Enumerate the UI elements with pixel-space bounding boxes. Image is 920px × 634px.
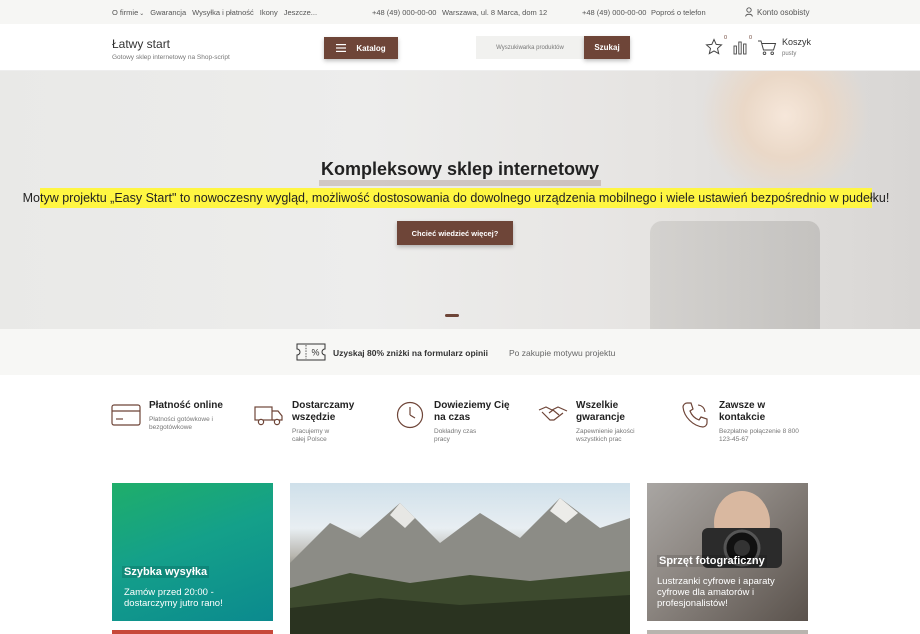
learn-more-button[interactable]: Chcieć wiedzieć więcej? xyxy=(397,221,513,245)
catalog-label: Katalog xyxy=(356,43,386,53)
promo-offer[interactable]: Uzyskaj 80% zniżki na formularz opinii xyxy=(333,348,488,358)
hero-title-text: Kompleksowy sklep internetowy xyxy=(318,159,602,186)
favorites-count: 0 xyxy=(724,35,728,41)
credit-card-icon xyxy=(111,404,141,426)
hero-vase-image xyxy=(650,221,820,329)
feature-title: Zawsze w kontakcie xyxy=(719,400,766,423)
feature-title: Płatność online xyxy=(149,400,223,411)
phone-number[interactable]: +48 (49) 000-00-00 xyxy=(372,8,436,17)
search-placeholder: Wyszukiwarka produktów xyxy=(496,44,564,51)
feature-title: Dowieziemy Cię na czas xyxy=(434,400,510,423)
top-nav: O firmie⌄ Gwarancja Wysyłka i płatność I… xyxy=(112,8,317,17)
top-nav-item-more[interactable]: Jeszcze... xyxy=(284,8,317,17)
promo-tile-shipping[interactable]: Szybka wysyłka Zamów przed 20:00 - dosta… xyxy=(112,483,273,621)
star-icon[interactable] xyxy=(705,38,723,56)
handshake-icon xyxy=(538,406,568,421)
hero-description: Motyw projektu „Easy Start" to nowoczesn… xyxy=(23,188,889,208)
tile-text: Zamów przed 20:00 - dostarczymy jutro ra… xyxy=(124,587,223,609)
clock-icon xyxy=(396,401,424,429)
truck-icon xyxy=(254,406,283,426)
top-nav-item-shipping[interactable]: Wysyłka i płatność xyxy=(192,8,254,17)
top-nav-item-icons[interactable]: Ikony xyxy=(260,8,278,17)
top-nav-label: O firmie xyxy=(112,8,139,17)
account-link[interactable]: Konto osobisty xyxy=(745,7,809,17)
coupon-icon: % xyxy=(296,343,326,361)
feature-subtitle: Dokładny czas pracy xyxy=(434,428,477,443)
tile-text: Lustrzanki cyfrowe i aparaty cyfrowe dla… xyxy=(657,576,775,609)
cart-status: pusty xyxy=(782,51,797,57)
brand-name[interactable]: Łatwy start xyxy=(112,37,170,51)
feature-subtitle: Bezpłatne połączenie 8 800 123-45-67 xyxy=(719,428,799,443)
cart-icon[interactable] xyxy=(757,39,777,56)
cart-label[interactable]: Koszyk xyxy=(782,37,811,47)
svg-text:%: % xyxy=(311,348,319,358)
catalog-button[interactable]: Katalog xyxy=(324,37,398,59)
compare-count: 0 xyxy=(749,35,753,41)
slider-dot[interactable] xyxy=(445,314,459,317)
promo-tile-photo[interactable]: Sprzęt fotograficzny Lustrzanki cyfrowe … xyxy=(647,483,808,621)
feature-subtitle: Zapewnienie jakości wszystkich prac xyxy=(576,428,635,443)
brand-tagline: Gotowy sklep internetowy na Shop-script xyxy=(112,54,230,61)
promo-tile-landscape[interactable] xyxy=(290,483,630,634)
user-icon xyxy=(745,7,753,17)
promo-tile-bottom-left[interactable] xyxy=(112,630,273,634)
compare-icon[interactable] xyxy=(733,39,747,55)
top-nav-item-about[interactable]: O firmie⌄ xyxy=(112,8,144,17)
tile-title: Szybka wysyłka xyxy=(122,566,210,578)
promo-note: Po zakupie motywu projektu xyxy=(509,348,616,358)
search-button[interactable]: Szukaj xyxy=(584,36,630,59)
hero-title: Kompleksowy sklep internetowy xyxy=(0,159,920,186)
mountain-image xyxy=(290,498,630,634)
top-nav-item-warranty[interactable]: Gwarancja xyxy=(150,8,186,17)
callback-link[interactable]: Poproś o telefon xyxy=(651,8,706,17)
feature-subtitle: Pracujemy w całej Polsce xyxy=(292,428,330,443)
menu-icon xyxy=(336,44,347,52)
phone-icon xyxy=(682,402,708,428)
top-bar: O firmie⌄ Gwarancja Wysyłka i płatność I… xyxy=(0,0,920,24)
chevron-down-icon: ⌄ xyxy=(139,11,145,17)
hero-banner: Kompleksowy sklep internetowy Motyw proj… xyxy=(0,71,920,329)
feature-title: Wszelkie gwarancje xyxy=(576,400,625,423)
store-address: Warszawa, ul. 8 Marca, dom 12 xyxy=(442,8,548,17)
account-label: Konto osobisty xyxy=(757,7,810,17)
tile-title: Sprzęt fotograficzny xyxy=(657,555,767,567)
search-input[interactable]: Wyszukiwarka produktów xyxy=(476,36,584,59)
phone-number-2[interactable]: +48 (49) 000-00-00 xyxy=(582,8,646,17)
feature-subtitle: Płatności gotówkowe i bezgotówkowe xyxy=(149,416,213,431)
promo-tile-bottom-right[interactable] xyxy=(647,630,808,634)
header: Łatwy start Gotowy sklep internetowy na … xyxy=(0,24,920,71)
feature-title: Dostarczamy wszędzie xyxy=(292,400,355,423)
promo-strip: % Uzyskaj 80% zniżki na formularz opinii… xyxy=(0,329,920,375)
